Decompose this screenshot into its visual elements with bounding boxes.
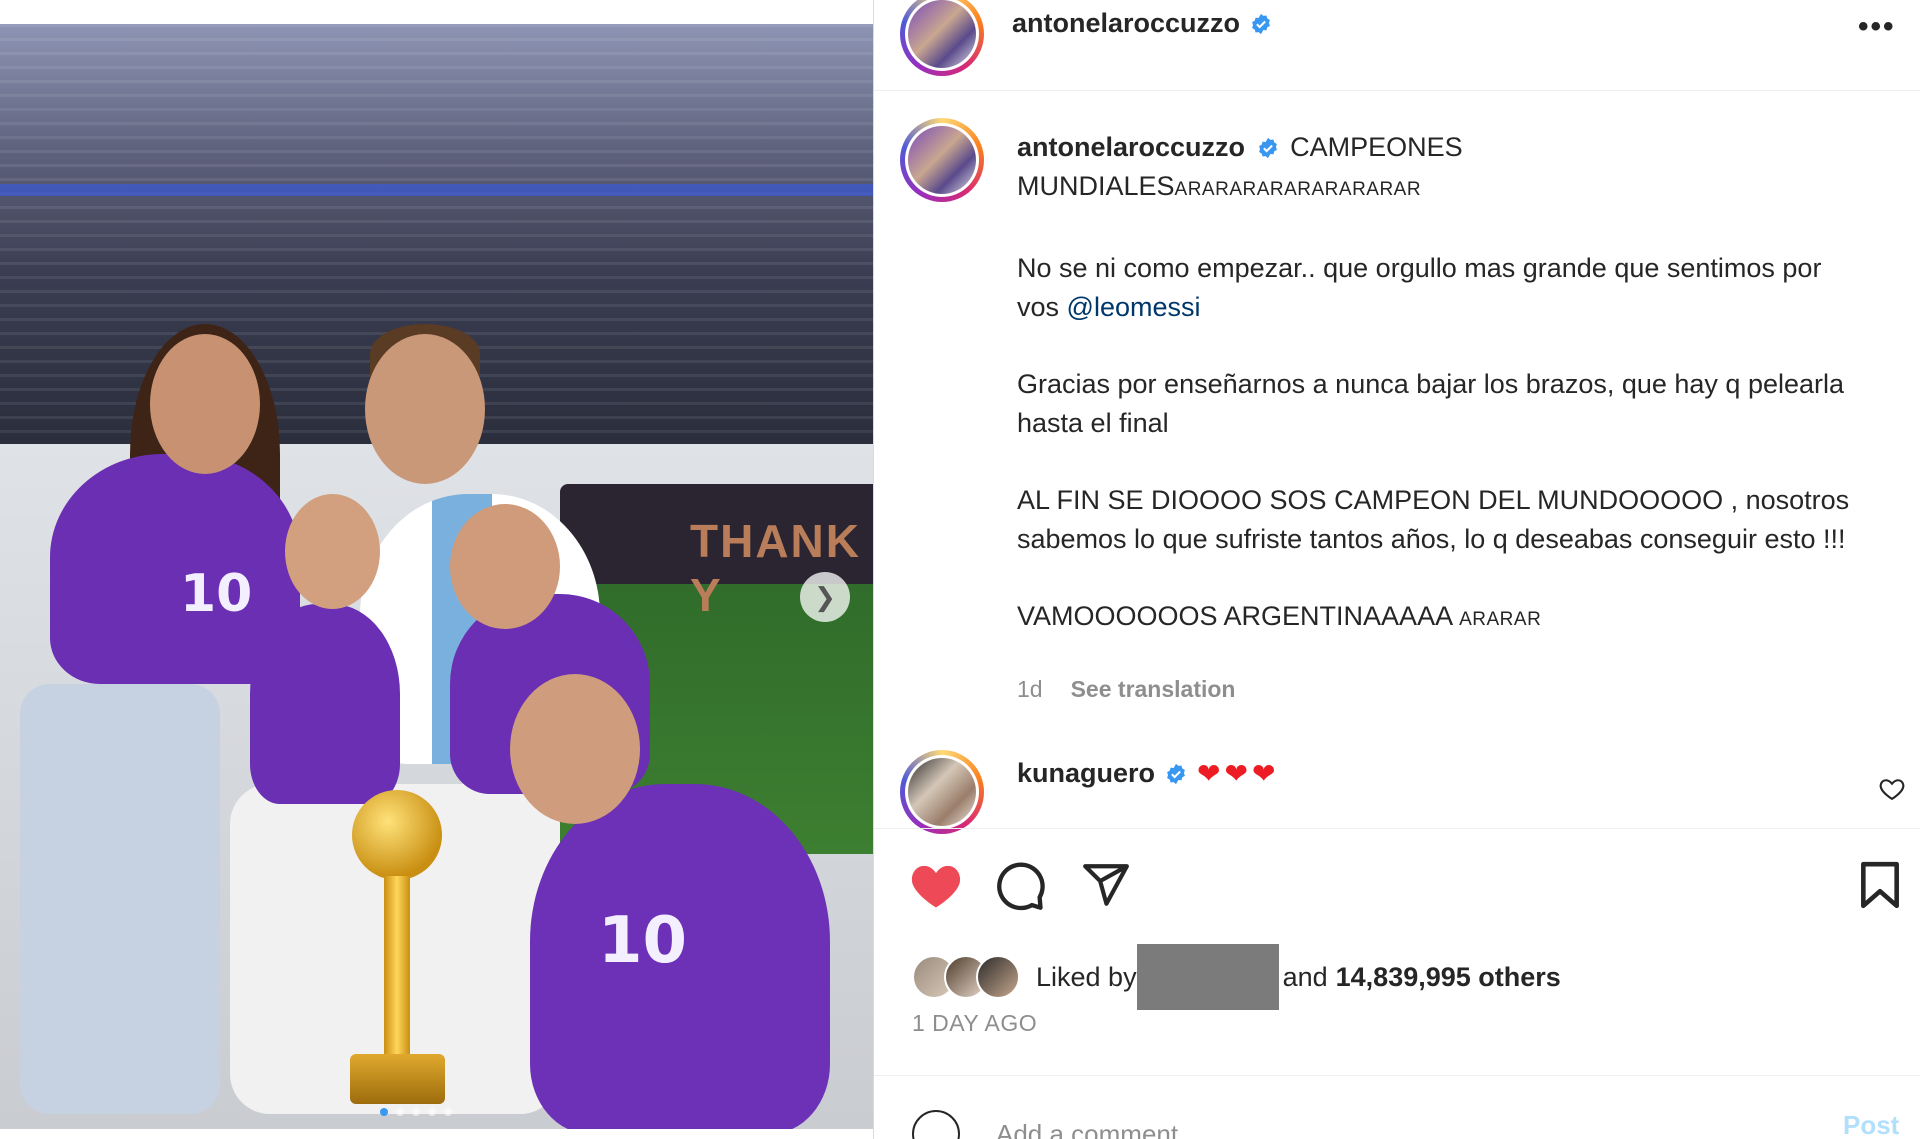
- kid-front-face: [510, 674, 640, 824]
- comment: kunaguero ❤❤❤: [1017, 757, 1279, 790]
- chevron-right-icon: ❯: [814, 581, 836, 612]
- argentina-flags-end: ARARAR: [1459, 609, 1542, 630]
- comment-username[interactable]: kunaguero: [1017, 758, 1155, 789]
- like-heart-icon[interactable]: [909, 860, 963, 910]
- likes-and-label: and: [1282, 961, 1328, 992]
- save-bookmark-icon[interactable]: [1858, 860, 1902, 910]
- post-timestamp[interactable]: 1 DAY AGO: [912, 1010, 1037, 1037]
- liker-avatar: [976, 955, 1020, 999]
- comment-like-heart-icon[interactable]: [1878, 775, 1906, 803]
- actions-divider: [874, 828, 1920, 829]
- jersey-number-kid: 10: [598, 904, 688, 978]
- commenter-avatar[interactable]: [900, 750, 984, 834]
- see-translation-link[interactable]: See translation: [1071, 676, 1236, 703]
- argentina-flags: ARARARARARARARARAR: [1174, 179, 1422, 200]
- carousel-dot: [428, 1108, 436, 1116]
- mom-face: [150, 334, 260, 474]
- add-comment-input[interactable]: Add a comment...: [996, 1119, 1200, 1139]
- carousel-dot: [380, 1108, 388, 1116]
- add-comment-bar: Add a comment...: [912, 1110, 1912, 1139]
- post-caption: antonelaroccuzzo CAMPEONES MUNDIALESARAR…: [1017, 128, 1867, 639]
- caption-line-2: Gracias por enseñarnos a nunca bajar los…: [1017, 369, 1845, 438]
- post-photo[interactable]: THANK Y 10 10 ❯: [0, 24, 873, 1129]
- likes-count-link[interactable]: 14,839,995 others: [1336, 962, 1561, 993]
- verified-badge-icon: [1258, 137, 1277, 159]
- instagram-post-view: THANK Y 10 10 ❯ antonelaroccuzzo ••• ant…: [0, 0, 1920, 1139]
- caption-username[interactable]: antonelaroccuzzo: [1017, 132, 1245, 162]
- post-author: antonelaroccuzzo: [1012, 8, 1272, 39]
- carousel-next-button[interactable]: ❯: [800, 572, 850, 622]
- mom-legs: [20, 684, 220, 1114]
- caption-author-avatar[interactable]: [900, 118, 984, 202]
- share-send-icon[interactable]: [1080, 860, 1132, 910]
- author-avatar[interactable]: [900, 0, 984, 76]
- caption-meta: 1d See translation: [1017, 676, 1235, 703]
- panel-divider: [873, 0, 874, 1139]
- likes-summary: Liked by and 14,839,995 others: [912, 944, 1561, 1010]
- trophy-base: [350, 1054, 445, 1104]
- kid-left-jersey: [250, 604, 400, 804]
- commenter-avatar-image: [908, 758, 976, 826]
- liked-by-label: Liked by: [1036, 961, 1137, 992]
- carousel-dot: [396, 1108, 404, 1116]
- caption-age[interactable]: 1d: [1017, 676, 1043, 703]
- redacted-username: [1136, 944, 1279, 1010]
- kid-middle-face: [450, 504, 560, 629]
- caption-line-3: AL FIN SE DIOOOO SOS CAMPEON DEL MUNDOOO…: [1017, 485, 1850, 554]
- header-divider: [874, 90, 1920, 91]
- post-comment-button[interactable]: Post: [1843, 1110, 1899, 1139]
- mention-link[interactable]: @leomessi: [1067, 292, 1201, 322]
- carousel-dot: [444, 1108, 452, 1116]
- carousel-indicator: [380, 1108, 452, 1116]
- stadium-band: [0, 184, 873, 196]
- comment-bubble-icon[interactable]: [995, 860, 1047, 912]
- author-avatar-image: [908, 0, 976, 68]
- liker-avatars[interactable]: [912, 955, 1020, 999]
- trophy-stem: [384, 876, 410, 1056]
- kid-left-face: [285, 494, 380, 609]
- caption-line-4: VAMOOOOOOS ARGENTINAAAAA: [1017, 601, 1460, 631]
- caption-avatar-image: [908, 126, 976, 194]
- golden-ball-trophy: [352, 790, 442, 880]
- dad-face: [365, 334, 485, 484]
- verified-badge-icon: [1252, 13, 1270, 34]
- jersey-number-mom: 10: [180, 564, 253, 624]
- emoji-icon[interactable]: [912, 1110, 960, 1139]
- verified-badge-icon: [1167, 763, 1185, 784]
- comment-text: ❤❤❤: [1197, 758, 1280, 789]
- carousel-dot: [412, 1108, 420, 1116]
- comment-divider: [874, 1075, 1920, 1076]
- author-username[interactable]: antonelaroccuzzo: [1012, 8, 1240, 39]
- more-options-icon[interactable]: •••: [1858, 10, 1896, 44]
